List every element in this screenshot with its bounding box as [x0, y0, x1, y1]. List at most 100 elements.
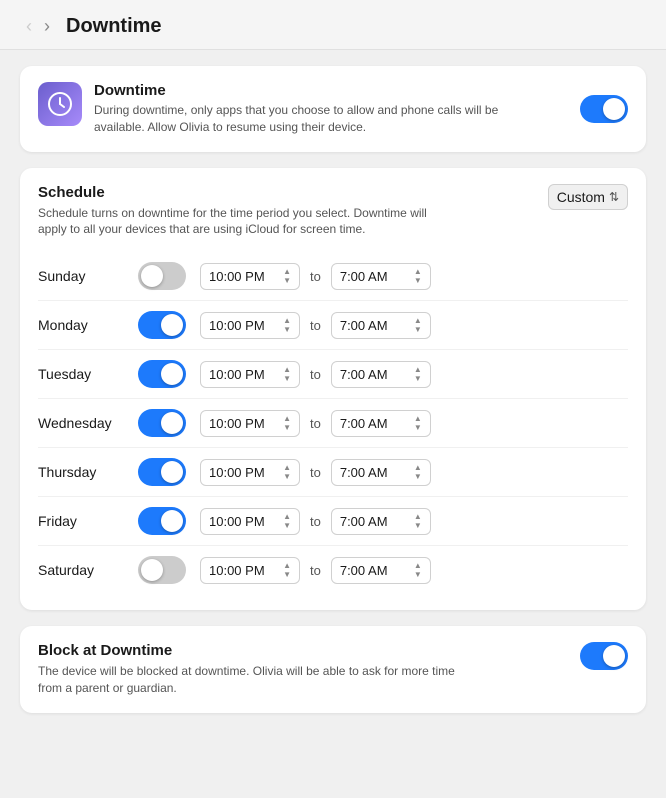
day-toggle-thumb	[161, 363, 183, 385]
down-arrow-icon[interactable]: ▼	[283, 375, 291, 383]
to-label: to	[310, 269, 321, 284]
up-arrow-icon[interactable]: ▲	[283, 415, 291, 423]
up-arrow-icon[interactable]: ▲	[414, 464, 422, 472]
down-arrow-icon[interactable]: ▼	[283, 326, 291, 334]
day-toggle-tuesday[interactable]	[138, 360, 186, 388]
down-arrow-icon[interactable]: ▼	[414, 522, 422, 530]
up-arrow-icon[interactable]: ▲	[283, 366, 291, 374]
time-from-picker[interactable]: 10:00 PM ▲ ▼	[200, 508, 300, 535]
day-row: Wednesday 10:00 PM ▲ ▼ to 7:00 AM ▲ ▼	[38, 398, 628, 447]
block-toggle-track[interactable]	[580, 642, 628, 670]
time-to-picker[interactable]: 7:00 AM ▲ ▼	[331, 508, 431, 535]
time-to-picker[interactable]: 7:00 AM ▲ ▼	[331, 459, 431, 486]
day-row: Thursday 10:00 PM ▲ ▼ to 7:00 AM ▲ ▼	[38, 447, 628, 496]
day-toggle-friday[interactable]	[138, 507, 186, 535]
to-label: to	[310, 367, 321, 382]
day-toggle-thursday[interactable]	[138, 458, 186, 486]
down-arrow-icon[interactable]: ▼	[283, 522, 291, 530]
day-toggle-track[interactable]	[138, 262, 186, 290]
day-toggle-track[interactable]	[138, 409, 186, 437]
down-arrow-icon[interactable]: ▼	[414, 375, 422, 383]
time-to-picker[interactable]: 7:00 AM ▲ ▼	[331, 557, 431, 584]
clock-icon	[47, 91, 73, 117]
to-label: to	[310, 318, 321, 333]
day-toggle-wednesday[interactable]	[138, 409, 186, 437]
time-from-value: 10:00 PM	[209, 465, 265, 480]
down-arrow-icon[interactable]: ▼	[414, 277, 422, 285]
time-to-arrows[interactable]: ▲ ▼	[414, 415, 422, 432]
day-toggle-monday[interactable]	[138, 311, 186, 339]
time-from-arrows[interactable]: ▲ ▼	[283, 464, 291, 481]
up-arrow-icon[interactable]: ▲	[283, 513, 291, 521]
down-arrow-icon[interactable]: ▼	[414, 473, 422, 481]
time-from-picker[interactable]: 10:00 PM ▲ ▼	[200, 361, 300, 388]
time-to-picker[interactable]: 7:00 AM ▲ ▼	[331, 263, 431, 290]
up-arrow-icon[interactable]: ▲	[283, 268, 291, 276]
chevron-updown-icon: ⇅	[609, 190, 619, 204]
block-at-downtime-card: Block at Downtime The device will be blo…	[20, 626, 646, 713]
up-arrow-icon[interactable]: ▲	[414, 366, 422, 374]
block-title: Block at Downtime	[38, 642, 478, 659]
down-arrow-icon[interactable]: ▼	[414, 326, 422, 334]
time-to-arrows[interactable]: ▲ ▼	[414, 317, 422, 334]
downtime-card-left: Downtime During downtime, only apps that…	[38, 82, 580, 136]
downtime-card: Downtime During downtime, only apps that…	[20, 66, 646, 152]
time-to-arrows[interactable]: ▲ ▼	[414, 513, 422, 530]
time-to-value: 7:00 AM	[340, 416, 388, 431]
down-arrow-icon[interactable]: ▼	[414, 571, 422, 579]
downtime-description: During downtime, only apps that you choo…	[94, 102, 514, 136]
down-arrow-icon[interactable]: ▼	[283, 473, 291, 481]
day-toggle-track[interactable]	[138, 507, 186, 535]
up-arrow-icon[interactable]: ▲	[414, 317, 422, 325]
time-from-picker[interactable]: 10:00 PM ▲ ▼	[200, 459, 300, 486]
schedule-header: Schedule Schedule turns on downtime for …	[38, 184, 628, 239]
time-to-arrows[interactable]: ▲ ▼	[414, 268, 422, 285]
time-from-picker[interactable]: 10:00 PM ▲ ▼	[200, 557, 300, 584]
down-arrow-icon[interactable]: ▼	[283, 277, 291, 285]
up-arrow-icon[interactable]: ▲	[414, 268, 422, 276]
day-toggle-track[interactable]	[138, 458, 186, 486]
block-toggle[interactable]	[580, 642, 628, 670]
down-arrow-icon[interactable]: ▼	[283, 424, 291, 432]
up-arrow-icon[interactable]: ▲	[283, 464, 291, 472]
up-arrow-icon[interactable]: ▲	[283, 317, 291, 325]
downtime-toggle[interactable]	[580, 95, 628, 123]
time-from-picker[interactable]: 10:00 PM ▲ ▼	[200, 410, 300, 437]
time-to-picker[interactable]: 7:00 AM ▲ ▼	[331, 410, 431, 437]
schedule-mode-select[interactable]: Custom ⇅	[548, 184, 628, 210]
downtime-toggle-track[interactable]	[580, 95, 628, 123]
block-card-inner: Block at Downtime The device will be blo…	[38, 642, 628, 697]
up-arrow-icon[interactable]: ▲	[414, 415, 422, 423]
schedule-mode-label: Custom	[557, 189, 605, 205]
time-from-picker[interactable]: 10:00 PM ▲ ▼	[200, 263, 300, 290]
block-text: Block at Downtime The device will be blo…	[38, 642, 478, 697]
time-to-value: 7:00 AM	[340, 318, 388, 333]
time-from-arrows[interactable]: ▲ ▼	[283, 268, 291, 285]
downtime-toggle-thumb	[603, 98, 625, 120]
time-from-arrows[interactable]: ▲ ▼	[283, 513, 291, 530]
time-from-arrows[interactable]: ▲ ▼	[283, 317, 291, 334]
downtime-text: Downtime During downtime, only apps that…	[94, 82, 514, 136]
time-from-arrows[interactable]: ▲ ▼	[283, 562, 291, 579]
time-to-picker[interactable]: 7:00 AM ▲ ▼	[331, 361, 431, 388]
day-toggle-sunday[interactable]	[138, 262, 186, 290]
downtime-title: Downtime	[94, 82, 514, 99]
time-to-picker[interactable]: 7:00 AM ▲ ▼	[331, 312, 431, 339]
up-arrow-icon[interactable]: ▲	[414, 562, 422, 570]
day-toggle-saturday[interactable]	[138, 556, 186, 584]
time-to-arrows[interactable]: ▲ ▼	[414, 562, 422, 579]
back-button[interactable]: ‹	[20, 14, 38, 39]
time-from-arrows[interactable]: ▲ ▼	[283, 415, 291, 432]
time-from-picker[interactable]: 10:00 PM ▲ ▼	[200, 312, 300, 339]
down-arrow-icon[interactable]: ▼	[414, 424, 422, 432]
time-to-arrows[interactable]: ▲ ▼	[414, 464, 422, 481]
down-arrow-icon[interactable]: ▼	[283, 571, 291, 579]
day-toggle-track[interactable]	[138, 311, 186, 339]
day-toggle-track[interactable]	[138, 556, 186, 584]
day-toggle-track[interactable]	[138, 360, 186, 388]
time-from-arrows[interactable]: ▲ ▼	[283, 366, 291, 383]
time-to-arrows[interactable]: ▲ ▼	[414, 366, 422, 383]
forward-button[interactable]: ›	[38, 14, 56, 39]
up-arrow-icon[interactable]: ▲	[414, 513, 422, 521]
up-arrow-icon[interactable]: ▲	[283, 562, 291, 570]
